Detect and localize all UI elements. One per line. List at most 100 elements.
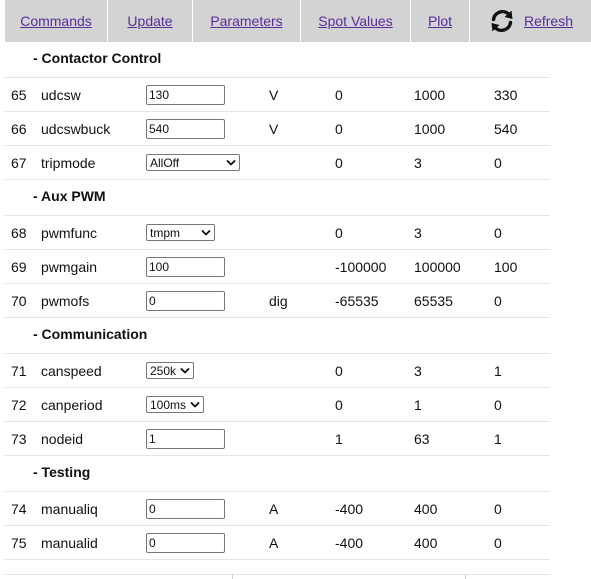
chevron-down-icon bbox=[180, 366, 190, 376]
param-default: 0 bbox=[494, 292, 502, 309]
select-selected-option: 250k bbox=[150, 363, 177, 378]
param-max: 1000 bbox=[414, 120, 446, 137]
param-min: -400 bbox=[335, 500, 364, 517]
tab-update[interactable]: Update bbox=[108, 0, 193, 42]
chevron-down-icon bbox=[201, 228, 211, 238]
param-name: pwmfunc bbox=[41, 224, 98, 241]
param-value-cell bbox=[146, 422, 225, 455]
param-value-cell bbox=[146, 492, 225, 525]
table-row: 68 pwmfunc tmpm 0 3 0 bbox=[5, 216, 550, 250]
param-index: 74 bbox=[11, 500, 27, 517]
param-name: manualiq bbox=[41, 500, 98, 517]
select-selected-option: tmpm bbox=[150, 225, 180, 240]
param-min: 0 bbox=[335, 120, 343, 137]
column-divider bbox=[232, 574, 233, 579]
refresh-link[interactable]: Refresh bbox=[524, 13, 573, 29]
param-value-input[interactable] bbox=[146, 84, 225, 105]
param-unit: V bbox=[269, 120, 279, 137]
table-row: 70 pwmofs dig -65535 65535 0 bbox=[5, 284, 550, 318]
tab-spot-values[interactable]: Spot Values bbox=[301, 0, 411, 42]
param-index: 73 bbox=[11, 430, 27, 447]
table-row: 73 nodeid 1 63 1 bbox=[5, 422, 550, 456]
param-unit: dig bbox=[269, 292, 288, 309]
section-title: - Contactor Control bbox=[33, 50, 162, 66]
param-value-input[interactable] bbox=[146, 118, 225, 139]
param-value-cell bbox=[146, 78, 225, 111]
param-name: udcswbuck bbox=[41, 120, 111, 137]
param-default: 0 bbox=[494, 224, 502, 241]
param-max: 3 bbox=[414, 362, 422, 379]
tab-plot[interactable]: Plot bbox=[411, 0, 470, 42]
param-value-input[interactable] bbox=[146, 428, 225, 449]
param-value-cell: tmpm bbox=[146, 216, 215, 249]
param-default: 0 bbox=[494, 154, 502, 171]
param-max: 3 bbox=[414, 154, 422, 171]
param-max: 1 bbox=[414, 396, 422, 413]
param-name: udcsw bbox=[41, 86, 81, 103]
tab-commands-link[interactable]: Commands bbox=[20, 13, 92, 29]
table-row: 72 canperiod 100ms 0 1 0 bbox=[5, 388, 550, 422]
param-value-input[interactable] bbox=[146, 498, 225, 519]
param-name: manualid bbox=[41, 534, 98, 551]
chevron-down-icon bbox=[190, 400, 200, 410]
param-name: canspeed bbox=[41, 362, 102, 379]
param-index: 75 bbox=[11, 534, 27, 551]
param-name: nodeid bbox=[41, 430, 84, 447]
parameter-table: - Contactor Control65udcswV0100033066udc… bbox=[5, 42, 550, 560]
param-max: 1000 bbox=[414, 86, 446, 103]
param-name: canperiod bbox=[41, 396, 103, 413]
param-name: pwmofs bbox=[41, 292, 90, 309]
param-default: 0 bbox=[494, 534, 502, 551]
param-default: 330 bbox=[494, 86, 518, 103]
param-min: -65535 bbox=[335, 292, 379, 309]
section-header: - Communication bbox=[5, 318, 550, 354]
param-value-select[interactable]: AllOff bbox=[146, 154, 240, 171]
param-min: -400 bbox=[335, 534, 364, 551]
table-row: 65 udcsw V 0 1000 330 bbox=[5, 78, 550, 112]
param-max: 100000 bbox=[414, 258, 461, 275]
chevron-down-icon bbox=[226, 158, 236, 168]
param-value-cell: 250k bbox=[146, 354, 194, 387]
table-row: 75 manualid A -400 400 0 bbox=[5, 526, 550, 560]
param-value-cell bbox=[146, 250, 225, 283]
table-bottom-border bbox=[5, 574, 550, 575]
tab-plot-link[interactable]: Plot bbox=[428, 13, 452, 29]
param-index: 70 bbox=[11, 292, 27, 309]
param-min: 1 bbox=[335, 430, 343, 447]
tab-commands[interactable]: Commands bbox=[5, 0, 108, 42]
param-value-select[interactable]: 250k bbox=[146, 362, 194, 379]
param-name: tripmode bbox=[41, 154, 96, 171]
section-header: - Testing bbox=[5, 456, 550, 492]
column-divider bbox=[465, 574, 466, 579]
param-index: 68 bbox=[11, 224, 27, 241]
param-value-input[interactable] bbox=[146, 256, 225, 277]
param-value-input[interactable] bbox=[146, 532, 225, 553]
tab-parameters[interactable]: Parameters bbox=[193, 0, 301, 42]
param-index: 71 bbox=[11, 362, 27, 379]
tab-parameters-link[interactable]: Parameters bbox=[210, 13, 282, 29]
param-min: 0 bbox=[335, 224, 343, 241]
select-selected-option: 100ms bbox=[150, 397, 187, 412]
param-max: 400 bbox=[414, 534, 438, 551]
top-nav: Commands Update Parameters Spot Values P… bbox=[5, 0, 591, 42]
table-row: 74 manualiq A -400 400 0 bbox=[5, 492, 550, 526]
param-min: 0 bbox=[335, 362, 343, 379]
refresh-button[interactable]: Refresh bbox=[470, 0, 591, 42]
param-index: 69 bbox=[11, 258, 27, 275]
param-value-cell bbox=[146, 112, 225, 145]
param-max: 3 bbox=[414, 224, 422, 241]
tab-spot-values-link[interactable]: Spot Values bbox=[318, 13, 392, 29]
param-value-select[interactable]: tmpm bbox=[146, 224, 215, 241]
param-value-input[interactable] bbox=[146, 290, 225, 311]
tab-update-link[interactable]: Update bbox=[127, 13, 172, 29]
table-row: 66 udcswbuck V 0 1000 540 bbox=[5, 112, 550, 146]
param-default: 100 bbox=[494, 258, 518, 275]
select-selected-option: AllOff bbox=[150, 155, 180, 170]
param-value-select[interactable]: 100ms bbox=[146, 396, 204, 413]
section-header: - Contactor Control bbox=[5, 42, 550, 78]
refresh-icon[interactable] bbox=[488, 7, 516, 35]
param-unit: V bbox=[269, 86, 279, 103]
section-title: - Testing bbox=[33, 464, 91, 480]
table-row: 69 pwmgain -100000 100000 100 bbox=[5, 250, 550, 284]
param-default: 1 bbox=[494, 430, 502, 447]
